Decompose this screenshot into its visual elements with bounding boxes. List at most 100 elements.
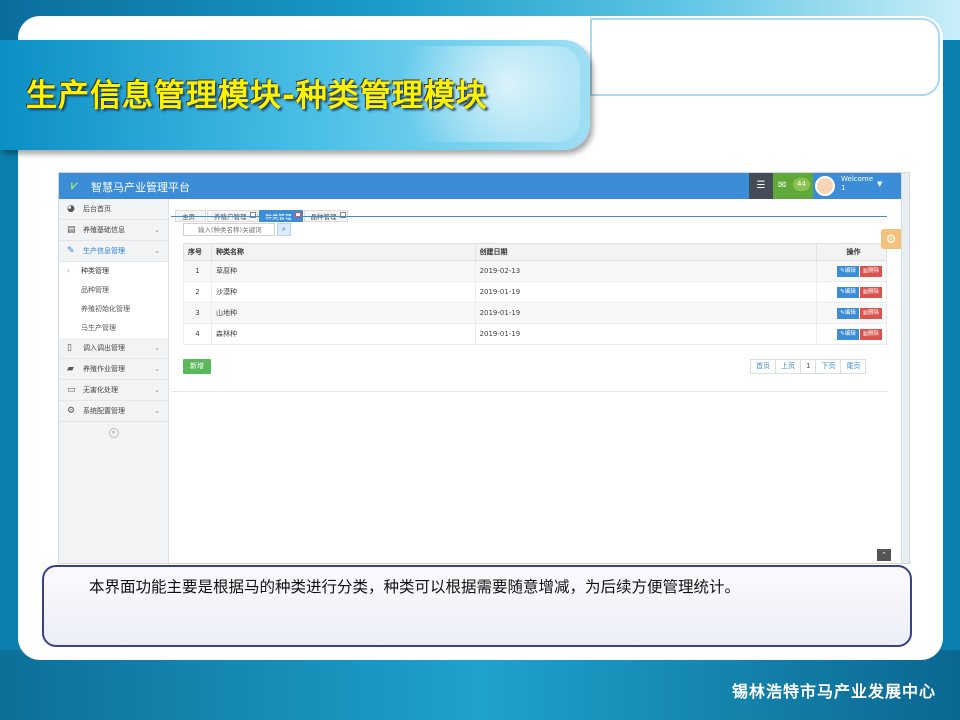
table-row[interactable]: 4 森林种 2019-01-19 ✎编辑 ▥删除 <box>183 323 887 345</box>
user-name: 1 <box>841 184 846 192</box>
created-date: 2019-02-13 <box>474 260 818 282</box>
last-page-button[interactable]: 尾页 <box>840 359 867 374</box>
sidebar-item-disposal[interactable]: ▭ 无害化处理 ⌄ <box>59 380 168 401</box>
column-header[interactable]: 种类名称 <box>210 243 476 261</box>
dashboard-icon: ◕ <box>67 204 75 214</box>
category-name: 山地种 <box>210 302 476 324</box>
mail-button[interactable]: ✉ 44 <box>773 173 813 199</box>
table-header-row: 序号 种类名称 创建日期 操作 <box>183 243 887 261</box>
created-date: 2019-01-19 <box>474 281 818 303</box>
sidebar-item-label: 无害化处理 <box>83 386 118 394</box>
sidebar-item-home[interactable]: ◕ 后台首页 <box>59 199 168 220</box>
mail-icon: ✉ <box>778 180 787 191</box>
sidebar-item-label: 养殖基础信息 <box>83 226 125 234</box>
table-row[interactable]: 1 草原种 2019-02-13 ✎编辑 ▥删除 <box>183 260 887 282</box>
column-header[interactable]: 创建日期 <box>474 243 818 261</box>
column-header[interactable]: 序号 <box>183 243 212 261</box>
sidebar-item-basic-info[interactable]: ▤ 养殖基础信息 ⌄ <box>59 220 168 241</box>
created-date: 2019-01-19 <box>474 302 818 324</box>
edit-button[interactable]: ✎编辑 <box>837 328 859 340</box>
column-header: 操作 <box>816 243 887 261</box>
edit-icon: ✎ <box>67 246 75 256</box>
collapse-sidebar-icon[interactable]: » <box>108 428 119 438</box>
tasks-icon[interactable]: ☰ <box>749 173 773 199</box>
close-icon[interactable] <box>294 212 301 218</box>
description-callout: 本界面功能主要是根据马的种类进行分类，种类可以根据需要随意增减，为后续方便管理统… <box>42 565 912 647</box>
sidebar-item-label: 系统配置管理 <box>83 407 125 415</box>
delete-button[interactable]: ▥删除 <box>859 328 882 340</box>
table-row[interactable]: 2 沙漠种 2019-01-19 ✎编辑 ▥删除 <box>183 281 887 303</box>
delete-button[interactable]: ▥删除 <box>859 307 882 319</box>
pagination: 首页 上页 1 下页 尾页 <box>750 359 867 374</box>
desktop-icon: ▭ <box>67 385 76 395</box>
sidebar-item-label: 养殖作业管理 <box>83 365 125 373</box>
add-button[interactable]: 新增 <box>183 359 211 374</box>
caret-down-icon[interactable]: ▼ <box>877 180 882 188</box>
scroll-top-icon[interactable]: ⌃ <box>877 549 891 561</box>
avatar[interactable] <box>815 176 835 196</box>
sidebar-item-label: 调入调出管理 <box>83 344 125 352</box>
next-page-button[interactable]: 下页 <box>815 359 842 374</box>
sidebar-subitem-init[interactable]: 养殖初始化管理 <box>59 300 168 319</box>
sidebar-item-label: 生产信息管理 <box>83 247 125 255</box>
app-title: 智慧马产业管理平台 <box>91 181 190 194</box>
close-icon[interactable] <box>249 212 256 218</box>
sidebar-item-settings[interactable]: ⚙ 系统配置管理 ⌄ <box>59 401 168 422</box>
logo-icon: ⩗ <box>71 178 78 192</box>
file-icon: ▯ <box>67 343 72 353</box>
chevron-down-icon: ⌄ <box>154 407 160 415</box>
category-name: 沙漠种 <box>210 281 476 303</box>
close-icon[interactable] <box>339 212 346 218</box>
slide-title: 生产信息管理模块-种类管理模块 <box>26 78 488 114</box>
table-row[interactable]: 3 山地种 2019-01-19 ✎编辑 ▥删除 <box>183 302 887 324</box>
sidebar-subitem-category[interactable]: › 种类管理 <box>59 262 168 281</box>
search-input[interactable] <box>183 223 275 236</box>
tab-bar: 主页 养殖户管理 种类管理 品种管理 <box>175 204 349 222</box>
tab-underline <box>171 216 887 217</box>
table-icon: ▤ <box>67 225 76 235</box>
row-number: 4 <box>183 323 212 345</box>
sidebar-subitem-horse-production[interactable]: 马生产管理 <box>59 319 168 338</box>
scrollbar[interactable] <box>901 173 909 563</box>
category-table: 序号 种类名称 创建日期 操作 1 草原种 2019-02-13 ✎编辑 ▥删除 … <box>183 243 887 345</box>
chevron-down-icon: ⌄ <box>154 365 160 373</box>
row-number: 1 <box>183 260 212 282</box>
category-name: 森林种 <box>210 323 476 345</box>
settings-gear-icon[interactable]: ⚙ <box>881 229 901 249</box>
cogs-icon: ⚙ <box>67 406 76 416</box>
row-number: 2 <box>183 281 212 303</box>
folder-open-icon: ▰ <box>67 364 74 374</box>
delete-button[interactable]: ▥删除 <box>859 286 882 298</box>
chevron-down-icon: ⌄ <box>154 247 160 255</box>
header-decoration <box>590 18 940 96</box>
content-divider <box>171 391 887 392</box>
delete-button[interactable]: ▥删除 <box>859 265 882 277</box>
sidebar-item-transfer[interactable]: ▯ 调入调出管理 ⌄ <box>59 338 168 359</box>
sidebar-item-operations[interactable]: ▰ 养殖作业管理 ⌄ <box>59 359 168 380</box>
sidebar: ◕ 后台首页 ▤ 养殖基础信息 ⌄ ✎ 生产信息管理 ⌄ › 种类管理 品种管理… <box>59 199 169 563</box>
first-page-button[interactable]: 首页 <box>750 359 776 374</box>
current-page: 1 <box>800 359 817 374</box>
sidebar-subitem-label: 种类管理 <box>81 267 109 275</box>
sidebar-item-production[interactable]: ✎ 生产信息管理 ⌄ <box>59 241 168 262</box>
chevron-down-icon: ⌄ <box>154 344 160 352</box>
created-date: 2019-01-19 <box>474 323 818 345</box>
sidebar-subitem-breed[interactable]: 品种管理 <box>59 281 168 300</box>
description-text: 本界面功能主要是根据马的种类进行分类，种类可以根据需要随意增减，为后续方便管理统… <box>89 578 741 596</box>
prev-page-button[interactable]: 上页 <box>775 359 801 374</box>
footer-organization: 锡林浩特市马产业发展中心 <box>731 682 936 701</box>
edit-button[interactable]: ✎编辑 <box>837 265 859 277</box>
category-name: 草原种 <box>210 260 476 282</box>
mail-count-badge: 44 <box>793 178 810 191</box>
search-button[interactable]: ⌕ <box>277 223 291 236</box>
row-number: 3 <box>183 302 212 324</box>
app-screenshot: ⩗ 智慧马产业管理平台 ☰ ✉ 44 Welcome 1 ▼ ◕ 后台首页 ▤ … <box>58 172 910 564</box>
user-menu[interactable]: Welcome 1 <box>841 175 881 193</box>
sidebar-item-label: 后台首页 <box>83 205 111 213</box>
welcome-label: Welcome <box>841 175 874 183</box>
edit-button[interactable]: ✎编辑 <box>837 307 859 319</box>
app-header: ⩗ 智慧马产业管理平台 ☰ ✉ 44 Welcome 1 ▼ <box>59 173 909 199</box>
edit-button[interactable]: ✎编辑 <box>837 286 859 298</box>
chevron-down-icon: ⌄ <box>154 386 160 394</box>
arrow-right-icon: › <box>67 267 70 275</box>
